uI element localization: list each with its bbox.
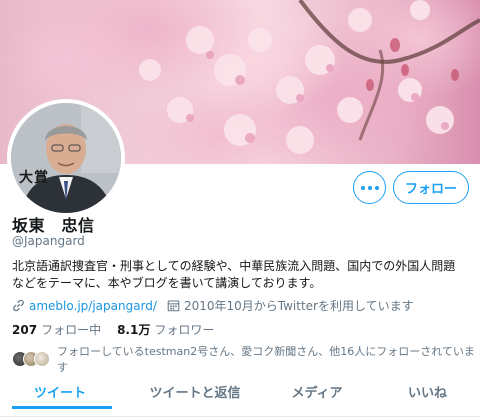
more-horizontal-icon	[360, 185, 365, 190]
bio-line: 北京語通訳捜査官・刑事としての経験や、中華民族流入問題、国内での外国人問題	[12, 259, 456, 273]
follow-button[interactable]: フォロー	[393, 171, 469, 204]
display-name: 坂東 忠信	[12, 216, 95, 235]
avatar	[34, 351, 50, 367]
calendar-icon	[167, 300, 180, 312]
follow-counts: 207 フォロー中 8.1万 フォロワー	[12, 321, 230, 338]
followers-count[interactable]: 8.1万 フォロワー	[117, 321, 214, 338]
link-icon	[13, 299, 24, 312]
profile-bio: 北京語通訳捜査官・刑事としての経験や、中華民族流入問題、国内での外国人問題 など…	[12, 258, 472, 292]
tab-media[interactable]: メディア	[262, 366, 372, 417]
user-handle: @Japangard	[12, 234, 85, 248]
tab-tweets-and-replies[interactable]: ツイートと返信	[130, 366, 260, 417]
profile-tabs: ツイート ツイートと返信 メディア いいね	[0, 366, 480, 417]
avatar-badge-text: 大賞	[19, 170, 49, 186]
profile-avatar[interactable]: 大賞	[7, 99, 125, 217]
profile-meta: ameblo.jp/japangard/ 2010年10月からTwitterを利…	[12, 297, 414, 314]
bio-line: などをテーマに、本やブログを書いて講演しております。	[12, 276, 322, 290]
followers-value: 8.1万	[117, 323, 151, 337]
profile-website-link[interactable]: ameblo.jp/japangard/	[29, 299, 157, 313]
following-value: 207	[12, 323, 38, 337]
following-label: フォロー中	[41, 323, 102, 337]
more-options-button[interactable]	[353, 171, 386, 204]
followed-by-avatars	[12, 351, 50, 367]
tab-tweets[interactable]: ツイート	[0, 366, 120, 417]
followers-label: フォロワー	[154, 323, 215, 337]
joined-date: 2010年10月からTwitterを利用しています	[183, 299, 414, 313]
active-tab-indicator	[12, 406, 112, 409]
tab-likes[interactable]: いいね	[375, 366, 480, 417]
following-count[interactable]: 207 フォロー中	[12, 321, 101, 338]
